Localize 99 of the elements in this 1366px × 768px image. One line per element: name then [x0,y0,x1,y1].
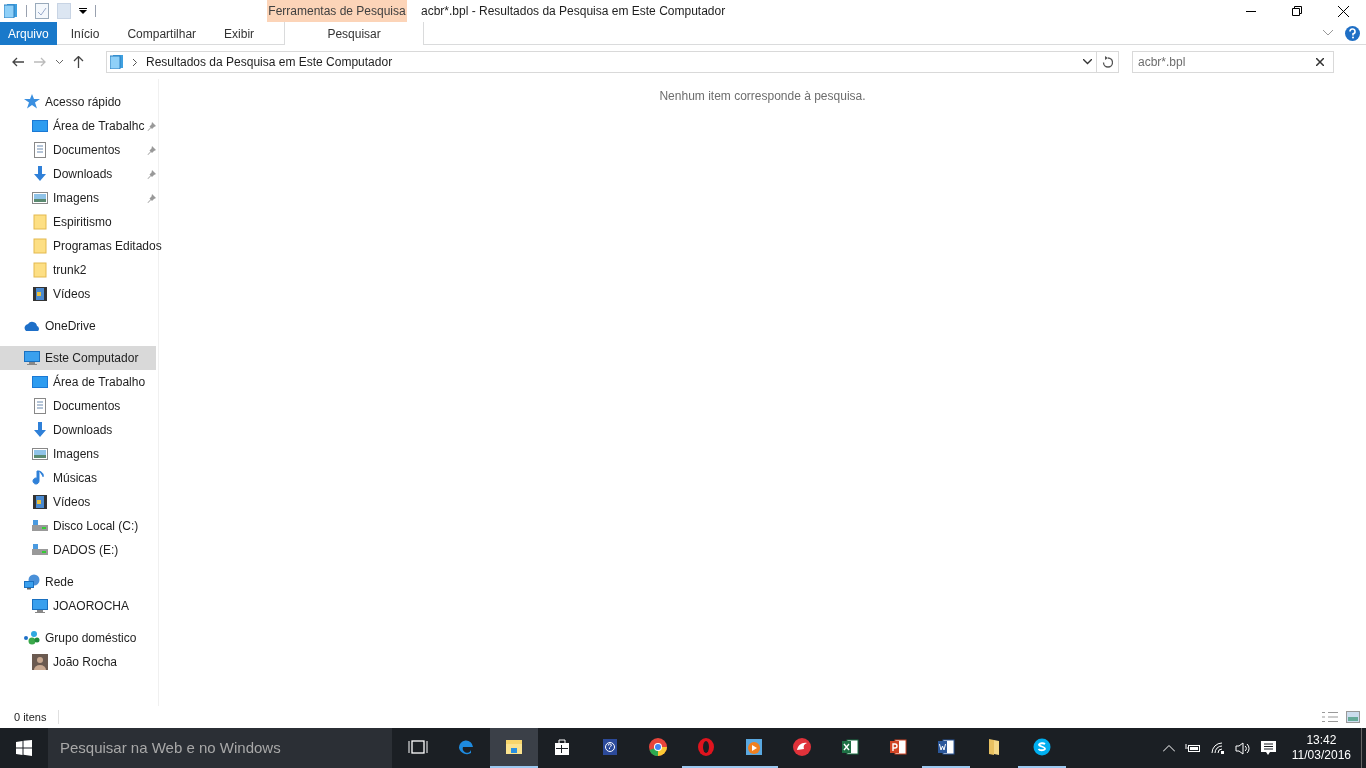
network-icon [24,574,40,590]
restore-icon [1292,6,1302,16]
download-icon [32,422,48,438]
speaker-icon[interactable] [1234,741,1251,755]
spreadsheet-icon [840,737,860,757]
sidebar-item[interactable]: Acesso rápido [0,90,156,114]
picture-icon [32,446,48,462]
clear-search-icon[interactable] [1316,58,1324,66]
ribbon-tab[interactable]: Exibir [210,22,269,45]
pin-icon[interactable] [147,169,156,179]
helmet-logo-icon [792,737,812,757]
clock-date[interactable]: 11/03/2016 [1291,748,1351,763]
sidebar-item[interactable]: Downloads [0,162,161,186]
presentation-icon [888,737,908,757]
window-title: acbr*.bpl - Resultados da Pesquisa em Este Computador [421,3,726,20]
sidebar-item[interactable]: Rede [0,570,156,594]
speech-s-icon [1032,737,1052,757]
desktop-icon [32,118,48,134]
task-view-icon [408,737,428,757]
round-browser-icon [648,737,668,757]
folder-icon [32,262,48,278]
sidebar-item[interactable]: Disco Local (C:) [0,514,156,538]
homegroup-icon [24,630,40,646]
ribbon-tab[interactable]: Início [56,22,114,45]
question-book-icon [600,737,620,757]
monitor-icon [32,598,48,614]
wifi-icon[interactable] [1210,742,1225,754]
play-button-icon [744,737,764,757]
drive-icon [32,542,48,558]
document-icon [32,398,48,414]
show-hidden-icons-icon[interactable] [1162,744,1175,752]
minimize-icon [1246,10,1256,12]
pin-icon[interactable] [147,145,156,155]
user-avatar-icon [32,654,48,670]
sidebar-item[interactable]: Este Computador [0,346,156,370]
folder-icon[interactable] [4,4,18,18]
sidebar-item[interactable]: João Rocha [0,650,156,674]
sidebar-item[interactable]: Área de Trabalhc [0,114,161,138]
close-icon [1337,5,1349,17]
ribbon-tab[interactable]: Arquivo [0,22,57,45]
film-icon [32,494,48,510]
ribbon-tab[interactable]: Compartilhar [113,22,211,45]
sidebar-item[interactable]: trunk2 [0,258,156,282]
battery-icon[interactable] [1184,743,1201,753]
sidebar-item[interactable]: Grupo doméstico [0,626,156,650]
star-icon [24,94,40,110]
sidebar-item[interactable]: Imagens [0,186,161,210]
recent-locations-icon[interactable] [56,60,63,64]
sidebar-item[interactable]: Músicas [0,466,156,490]
folder-icon [32,214,48,230]
taskbar-search-field[interactable]: Pesquisar na Web e no Windows [48,728,392,768]
folder-icon [504,737,524,757]
pin-icon[interactable] [147,193,156,203]
up-arrow-icon[interactable] [73,56,84,68]
sidebar-item[interactable]: Downloads [0,418,156,442]
action-center-icon[interactable] [1260,740,1276,756]
folder-icon [110,55,124,69]
sidebar-item[interactable]: Vídeos [0,282,156,306]
film-icon [32,286,48,302]
taskbar-search-placeholder: Pesquisar na Web e no Windows [60,737,281,758]
document-w-icon [936,737,956,757]
sidebar-item[interactable]: Imagens [0,442,156,466]
customize-dropdown-icon[interactable] [79,7,87,15]
sidebar-item[interactable]: Documentos [0,138,161,162]
back-arrow-icon[interactable] [12,57,24,67]
sidebar-item[interactable]: JOAOROCHA [0,594,156,618]
address-bar[interactable]: Resultados da Pesquisa em Este Computador [106,51,1119,73]
empty-results-message: Nenhum item corresponde à pesquisa. [659,88,866,105]
shopping-bag-icon [552,737,572,757]
details-view-icon[interactable] [1322,711,1338,723]
windows-logo-icon [16,740,32,756]
document-icon [32,142,48,158]
sidebar-item[interactable]: Programas Editados [0,234,164,258]
clock-time[interactable]: 13:42 [1306,733,1337,748]
ribbon-tab[interactable]: Pesquisar [284,22,425,45]
sidebar-item[interactable]: OneDrive [0,314,156,338]
picture-icon [32,190,48,206]
folder-icon [32,238,48,254]
sidebar-item[interactable]: Documentos [0,394,156,418]
help-icon[interactable] [1345,25,1360,41]
pin-icon[interactable] [147,121,156,131]
desktop-icon [32,374,48,390]
drive-icon [32,518,48,534]
expand-ribbon-icon[interactable] [1323,30,1333,36]
item-count: 0 itens [14,709,47,725]
sidebar-item[interactable]: Vídeos [0,490,156,514]
taskbar-app-button[interactable] [490,728,538,768]
refresh-icon[interactable] [1102,56,1113,68]
monitor-icon [24,350,40,366]
search-field[interactable]: acbr*.bpl [1132,51,1334,73]
sidebar-item[interactable]: Área de Trabalho [0,370,156,394]
download-icon [32,166,48,182]
context-tab-group: Ferramentas de Pesquisa [267,0,407,22]
search-text: acbr*.bpl [1138,54,1186,71]
chevron-right-icon[interactable] [133,58,137,66]
sidebar-item[interactable]: Espiritismo [0,210,156,234]
address-path: Resultados da Pesquisa em Este Computador [146,54,393,71]
letter-o-icon [696,737,716,757]
sidebar-item[interactable]: DADOS (E:) [0,538,156,562]
